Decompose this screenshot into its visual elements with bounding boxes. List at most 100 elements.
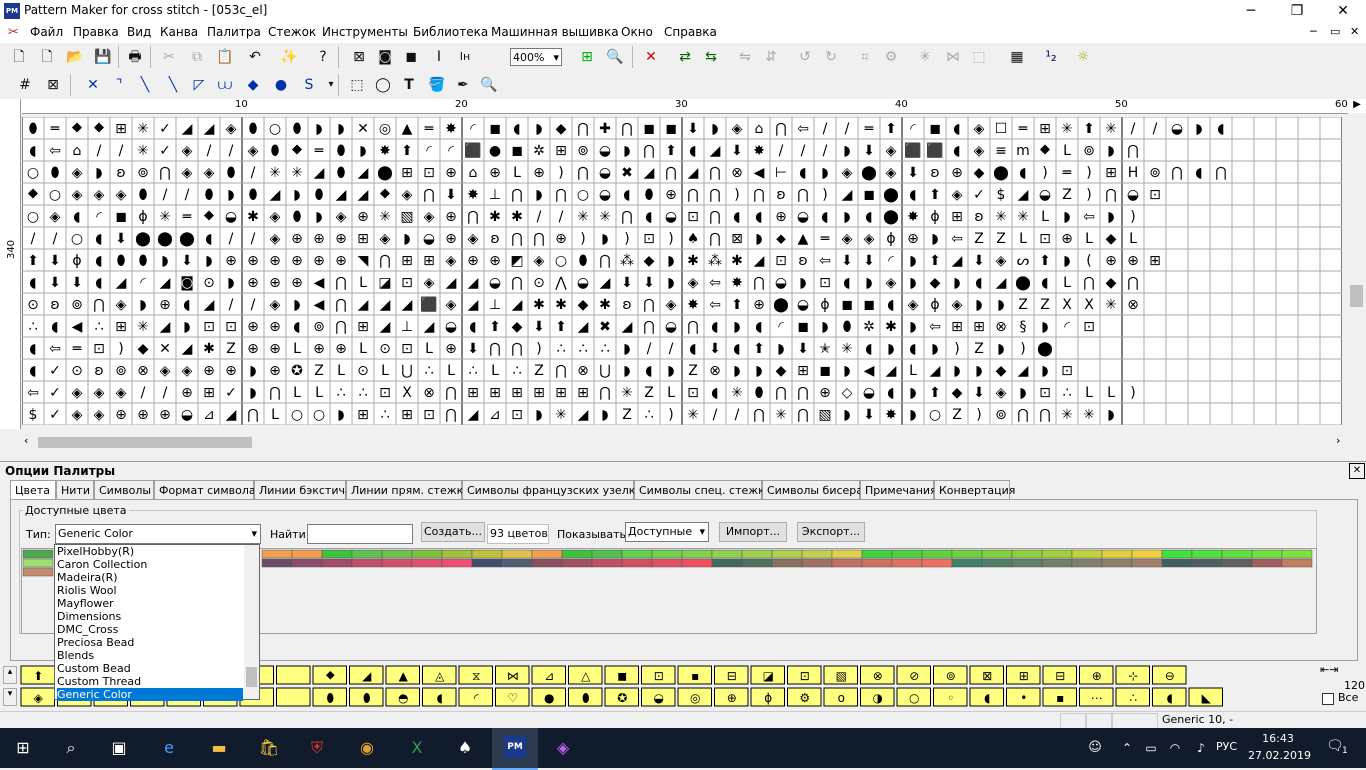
grid-symbol[interactable]: ◀ — [314, 297, 325, 313]
grid-symbol[interactable]: ʚ — [974, 209, 983, 225]
grid-symbol[interactable]: ◖ — [953, 121, 960, 137]
grid-symbol[interactable]: ◗ — [535, 187, 542, 203]
palette-symbol[interactable]: ◦ — [947, 691, 954, 705]
full-cross-icon[interactable]: ⊠ — [42, 74, 64, 96]
grid-symbol[interactable]: ◆ — [578, 297, 589, 313]
grid-symbol[interactable]: ◖ — [51, 319, 58, 335]
new-icon[interactable]: 🗋 — [36, 46, 58, 68]
grid-symbol[interactable]: ⋂ — [511, 231, 522, 247]
grid-symbol[interactable]: ◒ — [665, 319, 677, 335]
palette-symbol[interactable]: ▪ — [691, 669, 699, 683]
grid-symbol[interactable]: ⊕ — [335, 253, 347, 269]
dropdown-option[interactable]: Caron Collection — [57, 558, 147, 571]
grid-symbol[interactable]: ◢ — [710, 143, 721, 159]
grid-symbol[interactable]: ⋂ — [599, 253, 610, 269]
color-swatch[interactable] — [1041, 549, 1073, 559]
grid-symbol[interactable]: ◗ — [975, 297, 982, 313]
palette-symbol[interactable]: ◖ — [984, 691, 990, 705]
grid-symbol[interactable]: ◖ — [821, 209, 828, 225]
grid-symbol[interactable]: Z — [952, 407, 962, 423]
doc-close-button[interactable]: ✕ — [1350, 25, 1359, 38]
grid-symbol[interactable]: ) — [1130, 209, 1135, 225]
grid-symbol[interactable]: ⊕ — [951, 165, 963, 181]
grid-symbol[interactable]: ✳ — [995, 209, 1007, 225]
grid-symbol[interactable]: ⊗ — [709, 363, 721, 379]
palette-symbol[interactable]: ⊗ — [873, 669, 883, 683]
grid-symbol[interactable]: ✳ — [555, 407, 567, 423]
grid-symbol[interactable]: ◒ — [797, 297, 809, 313]
grid-symbol[interactable]: ◼ — [819, 363, 831, 379]
grid-symbol[interactable]: ⊞ — [203, 385, 215, 401]
grid-symbol[interactable]: ⬇ — [863, 143, 875, 159]
grid-symbol[interactable]: ⬆ — [929, 187, 941, 203]
cross-view-icon[interactable]: ⊠ — [348, 46, 370, 68]
grid-symbol[interactable]: ⁂ — [620, 253, 634, 269]
grid-symbol[interactable]: ◈ — [182, 165, 193, 181]
grid-symbol[interactable]: ⋂ — [247, 407, 258, 423]
grid-symbol[interactable]: ⊞ — [357, 407, 369, 423]
grid-symbol[interactable]: ⬤ — [773, 297, 789, 313]
excel-icon[interactable]: X — [404, 736, 430, 760]
grid-symbol[interactable]: ⬇ — [643, 275, 655, 291]
palette-symbol[interactable]: • — [1020, 691, 1027, 705]
grid-symbol[interactable]: ⋂ — [709, 187, 720, 203]
grid-symbol[interactable]: ⊕ — [907, 231, 919, 247]
grid-symbol[interactable]: Z — [644, 385, 654, 401]
grid-symbol[interactable]: ◗ — [227, 275, 234, 291]
grid-symbol[interactable]: ✳ — [137, 143, 149, 159]
grid-symbol[interactable]: ⋂ — [753, 275, 764, 291]
grid-symbol[interactable]: ◈ — [996, 385, 1007, 401]
color-swatch[interactable] — [1011, 558, 1043, 568]
grid-symbol[interactable]: ⋂ — [467, 209, 478, 225]
grid-symbol[interactable]: ◗ — [821, 319, 828, 335]
grid-symbol[interactable]: ⬇ — [731, 143, 743, 159]
grid-symbol[interactable]: ⊕ — [335, 231, 347, 247]
grid-symbol[interactable]: ◀ — [72, 319, 83, 335]
palette-symbol[interactable]: ◪ — [763, 669, 774, 683]
grid-symbol[interactable]: ◒ — [775, 275, 787, 291]
print-icon[interactable]: 🖶 — [124, 46, 146, 68]
grid-symbol[interactable]: ⬮ — [139, 187, 148, 203]
grid-symbol[interactable]: ◼ — [489, 121, 501, 137]
grid-symbol[interactable]: ⊕ — [335, 341, 347, 357]
grid-symbol[interactable]: ⊕ — [467, 253, 479, 269]
grid-symbol[interactable]: ( — [1086, 253, 1091, 269]
grid-symbol[interactable]: ⋂ — [797, 407, 808, 423]
grid-symbol[interactable]: ◖ — [623, 187, 630, 203]
grid-symbol[interactable]: ⋂ — [577, 121, 588, 137]
show-select[interactable]: Доступные ▾ — [625, 522, 709, 542]
grid-symbol[interactable]: ○ — [313, 407, 325, 423]
menu-view[interactable]: Вид — [127, 25, 151, 39]
grid-symbol[interactable]: ◗ — [1107, 209, 1114, 225]
grid-symbol[interactable]: ◖ — [799, 165, 806, 181]
grid-icon[interactable]: # — [14, 74, 36, 96]
grid-symbol[interactable]: ∴ — [425, 363, 434, 379]
palette-symbol[interactable]: ◣ — [1202, 691, 1212, 705]
grid-symbol[interactable]: ⊕ — [247, 275, 259, 291]
grid-symbol[interactable]: ⊿ — [489, 407, 501, 423]
wizard-icon[interactable]: ✨ — [278, 46, 300, 68]
grid-symbol[interactable]: ✳ — [731, 385, 743, 401]
color-swatch[interactable] — [561, 549, 593, 559]
grid-symbol[interactable]: ✸ — [885, 407, 897, 423]
grid-symbol[interactable]: ⋂ — [555, 363, 566, 379]
palette-symbol[interactable]: ⬮ — [582, 691, 590, 705]
grid-symbol[interactable]: / — [163, 385, 168, 401]
grid-symbol[interactable]: ◖ — [95, 253, 102, 269]
grid-symbol[interactable]: ◗ — [161, 253, 168, 269]
tab-symbol-format[interactable]: Формат символа — [154, 480, 256, 499]
grid-symbol[interactable]: ◀ — [864, 363, 875, 379]
grid-symbol[interactable]: ⬮ — [579, 253, 588, 269]
dropdown-option[interactable]: Madeira(R) — [57, 571, 118, 584]
grid-symbol[interactable]: ⬆ — [731, 297, 743, 313]
grid-symbol[interactable]: ɸ — [886, 231, 895, 247]
grid-symbol[interactable]: L — [1085, 385, 1093, 401]
grid-symbol[interactable]: ⬮ — [337, 165, 346, 181]
grid-symbol[interactable]: ⬤ — [1037, 341, 1053, 357]
color-swatch[interactable] — [22, 567, 54, 577]
grid-symbol[interactable]: ⊙ — [357, 363, 369, 379]
grid-symbol[interactable]: ⬆ — [555, 319, 567, 335]
grid-symbol[interactable]: ◖ — [975, 275, 982, 291]
color-swatch[interactable] — [411, 549, 443, 559]
grid-symbol[interactable]: ◈ — [204, 165, 215, 181]
